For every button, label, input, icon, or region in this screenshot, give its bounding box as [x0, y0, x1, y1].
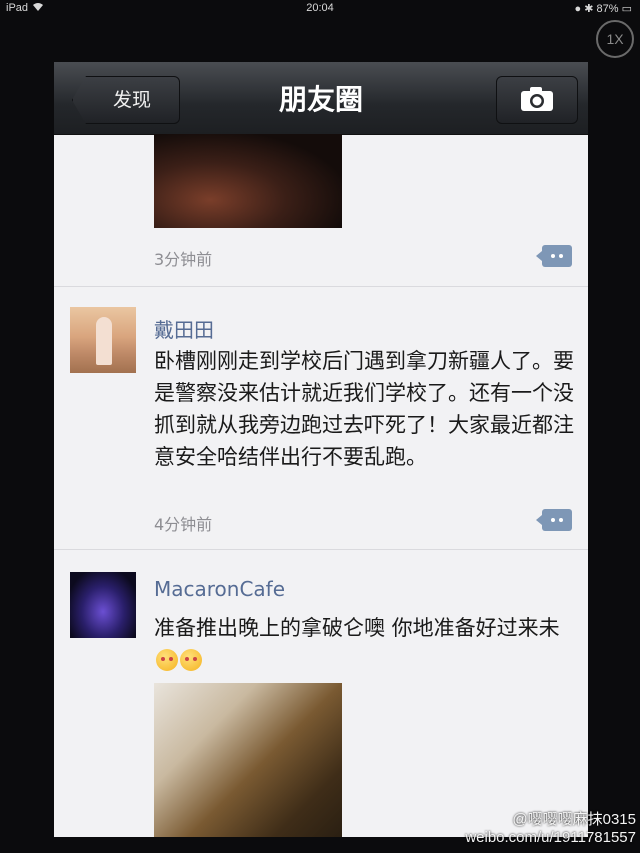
status-time: 20:04 — [306, 2, 334, 14]
post-divider — [54, 549, 588, 550]
post-divider — [54, 286, 588, 287]
post-timestamp: 4分钟前 — [154, 515, 213, 534]
comment-dots-icon — [551, 518, 555, 522]
bluetooth-icon: ✱ — [584, 3, 594, 15]
avatar[interactable] — [70, 307, 136, 373]
post-photo[interactable] — [154, 683, 342, 837]
battery-icon: ▭ — [621, 3, 632, 15]
post-text: 准备推出晚上的拿破仑噢 你地准备好过来未 — [154, 612, 564, 676]
emoji-icon — [180, 649, 202, 671]
post-photo[interactable] — [154, 134, 342, 228]
moments-screen: 发现 朋友圈 3分钟前 戴田田 卧槽刚刚走到学校后门遇到拿刀新疆人了。要是警察没… — [54, 62, 588, 837]
comment-dots-icon — [551, 254, 555, 258]
nav-bar: 发现 朋友圈 — [54, 62, 588, 135]
camera-button[interactable] — [496, 76, 578, 124]
post-timestamp: 3分钟前 — [154, 250, 213, 269]
avatar[interactable] — [70, 572, 136, 638]
post-author[interactable]: MacaronCafe — [154, 577, 285, 601]
watermark-handle: @嘤嘤嘤麻抹0315 — [512, 811, 636, 828]
zoom-button[interactable]: 1X — [596, 20, 634, 58]
watermark: @嘤嘤嘤麻抹0315 weibo.com/u/1911781557 — [465, 811, 636, 847]
post-text: 卧槽刚刚走到学校后门遇到拿刀新疆人了。要是警察没来估计就近我们学校了。还有一个没… — [154, 349, 574, 469]
status-bar: iPad 20:04 ● ✱ 87% ▭ — [0, 0, 640, 18]
comment-button[interactable] — [536, 245, 572, 267]
watermark-url: weibo.com/u/1911781557 — [465, 829, 636, 846]
post-author[interactable]: 戴田田 — [154, 314, 214, 343]
battery-percent: 87% — [596, 3, 619, 15]
lock-icon: ● — [574, 3, 582, 15]
comment-button[interactable] — [536, 509, 572, 531]
camera-icon — [521, 87, 553, 111]
post-text-content: 准备推出晚上的拿破仑噢 你地准备好过来未 — [154, 616, 560, 640]
status-right: ● ✱ 87% ▭ — [575, 2, 633, 15]
emoji-icon — [156, 649, 178, 671]
